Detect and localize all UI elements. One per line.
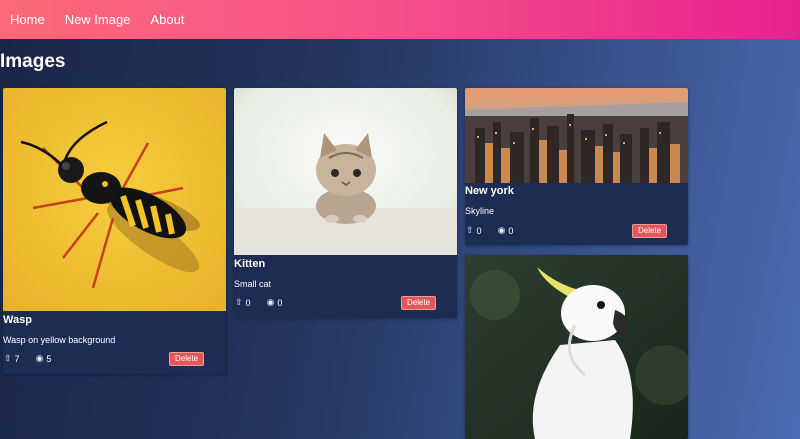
card-stats: ⇧ 7 ◉ 5 [4,353,67,364]
delete-button[interactable]: Delete [169,352,205,366]
upvote-count: 0 [476,225,482,236]
page-title: Images [0,51,66,72]
card-title: Kitten [234,258,266,270]
views-count: 0 [277,297,283,308]
image-card-new-york: New york Skyline ⇧ 0 ◉ 0 Delete [465,88,688,245]
views-stat: ◉ 0 [498,225,514,236]
upvote-stat[interactable]: ⇧ 0 [466,225,482,236]
views-stat: ◉ 0 [267,297,283,308]
eye-icon: ◉ [35,353,44,363]
image-card-kitten: Kitten Small cat ⇧ 0 ◉ 0 Delete [234,88,457,318]
delete-button[interactable]: Delete [632,224,668,238]
card-description: Skyline [465,206,495,216]
nav-new-image-link[interactable]: New Image [65,0,131,39]
image-card-wasp: Wasp Wasp on yellow background ⇧ 7 ◉ 5 D… [3,88,226,374]
nav-about-link[interactable]: About [150,0,184,39]
views-count: 0 [508,225,514,236]
navbar: Home New Image About [0,0,800,39]
kitten-image[interactable] [234,88,457,255]
upvote-stat[interactable]: ⇧ 7 [4,353,20,364]
card-description: Small cat [234,279,272,289]
views-stat: ◉ 5 [36,353,52,364]
card-title: New york [465,185,514,197]
eye-icon: ◉ [497,225,506,235]
cockatoo-image[interactable] [465,255,688,439]
arrow-up-icon: ⇧ [235,297,243,307]
card-stats: ⇧ 0 ◉ 0 [466,225,529,236]
arrow-up-icon: ⇧ [4,353,12,363]
arrow-up-icon: ⇧ [466,225,474,235]
upvote-count: 0 [245,297,251,308]
upvote-count: 7 [14,353,20,364]
nav-home-link[interactable]: Home [10,0,45,39]
upvote-stat[interactable]: ⇧ 0 [235,297,251,308]
card-description: Wasp on yellow background [3,335,116,345]
delete-button[interactable]: Delete [401,296,437,310]
new-york-image[interactable] [465,88,688,183]
eye-icon: ◉ [266,297,275,307]
image-card-cockatoo [465,255,688,439]
wasp-image[interactable] [3,88,226,311]
views-count: 5 [46,353,52,364]
card-title: Wasp [3,314,32,326]
card-stats: ⇧ 0 ◉ 0 [235,297,298,308]
